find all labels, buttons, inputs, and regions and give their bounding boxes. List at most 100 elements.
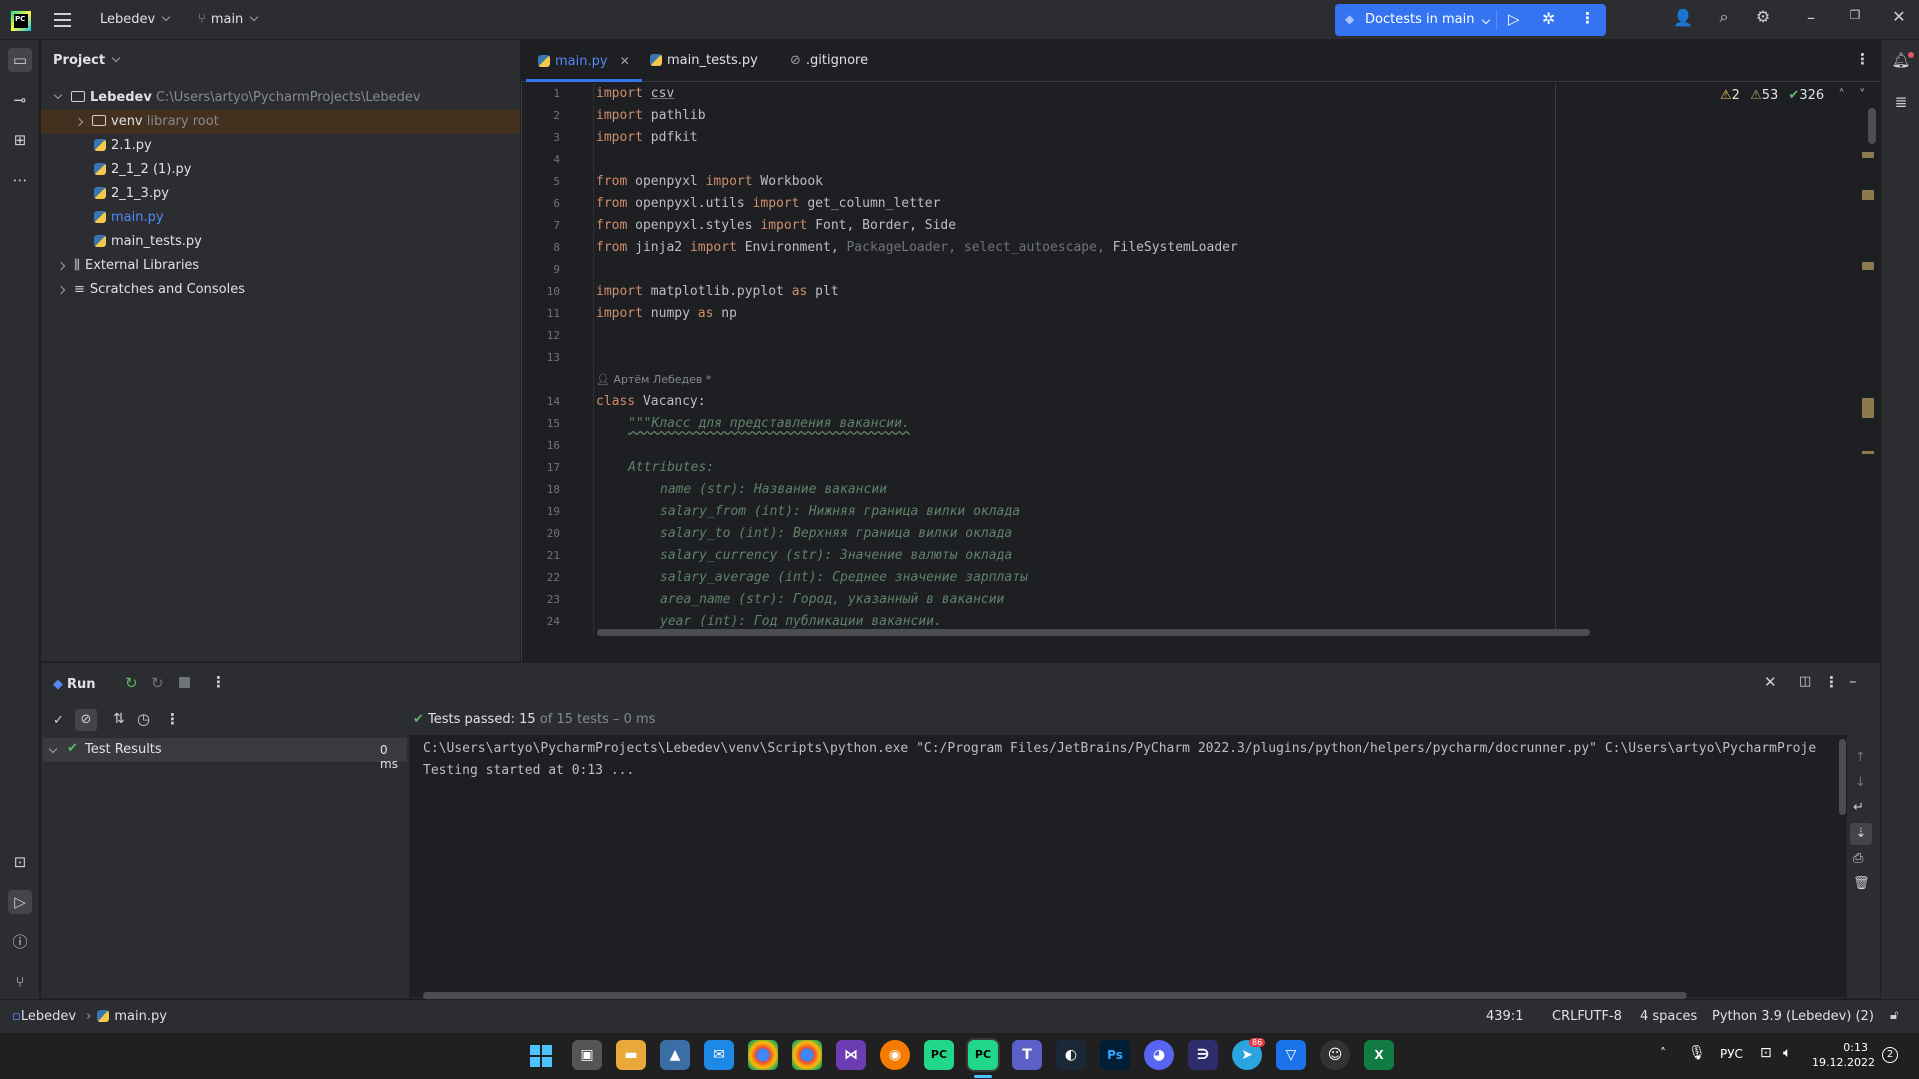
close-tab-icon[interactable]: ✕	[620, 54, 630, 68]
main-menu-button[interactable]	[52, 10, 74, 30]
tree-item-venv[interactable]: venv library root	[41, 110, 520, 134]
scroll-to-end-icon[interactable]: ⇣	[1850, 823, 1872, 845]
rerun-failed-icon[interactable]: ↻	[151, 674, 164, 692]
tray-chevron-icon[interactable]: ˄	[1660, 1046, 1666, 1060]
close-run-icon[interactable]: ✕	[1764, 673, 1777, 691]
search-icon[interactable]: ⌕	[1713, 7, 1735, 27]
tree-item-file[interactable]: 2_1_2 (1).py	[41, 158, 520, 182]
clock[interactable]: 0:13 19.12.2022	[1812, 1040, 1875, 1070]
error-stripe-marker[interactable]	[1862, 190, 1874, 200]
pycharm-icon[interactable]: PC	[924, 1040, 954, 1070]
app-icon[interactable]: ∋	[1188, 1040, 1218, 1070]
project-panel-title[interactable]: Project	[53, 53, 121, 68]
notification-center[interactable]: 2	[1882, 1047, 1898, 1063]
photoshop-icon[interactable]: Ps	[1100, 1040, 1130, 1070]
debug-icon[interactable]: ✲	[1542, 9, 1555, 28]
problems-tool-icon[interactable]: ⓘ	[8, 930, 32, 954]
indent-setting[interactable]: 4 spaces	[1640, 1009, 1697, 1024]
database-icon[interactable]: ≣	[1889, 90, 1913, 114]
teams-icon[interactable]: T	[1012, 1040, 1042, 1070]
lock-icon[interactable]: 🔓︎	[1890, 1008, 1898, 1023]
discord-icon[interactable]: ◕	[1144, 1040, 1174, 1070]
author-inlay-hint[interactable]: 👤︎ Артём Лебедев *	[596, 369, 711, 391]
terminal-tool-icon[interactable]: ⊡	[8, 850, 32, 874]
console-vertical-scrollbar[interactable]	[1839, 739, 1846, 815]
github-icon[interactable]: ☺	[1320, 1040, 1350, 1070]
error-stripe-marker[interactable]	[1862, 262, 1874, 270]
task-view-icon[interactable]: ▣	[572, 1040, 602, 1070]
run-more-icon[interactable]: ⋮	[211, 673, 226, 691]
tree-item-scratches[interactable]: ≡ Scratches and Consoles	[41, 278, 520, 302]
line-separator[interactable]: CRLF	[1552, 1009, 1585, 1024]
photos-icon[interactable]: ▲	[660, 1040, 690, 1070]
rerun-icon[interactable]: ↻	[125, 674, 138, 692]
tree-item-file[interactable]: main.py	[41, 206, 520, 230]
sort-icon[interactable]: ⇅	[113, 711, 125, 727]
minimize-icon[interactable]: –	[1802, 8, 1820, 27]
scroll-up-icon[interactable]: ↑	[1855, 750, 1866, 765]
scroll-down-icon[interactable]: ↓	[1855, 775, 1866, 790]
tree-item-file[interactable]: main_tests.py	[41, 230, 520, 254]
inspection-widget[interactable]: ⚠2 ⚠53 ✔326 ˄ ˅	[1720, 88, 1865, 103]
mail-icon[interactable]: ✉	[704, 1040, 734, 1070]
pycharm-active-icon[interactable]: PC	[968, 1040, 998, 1070]
soft-wrap-icon[interactable]: ↵	[1853, 800, 1864, 815]
tree-item-file[interactable]: 2_1_3.py	[41, 182, 520, 206]
editor-horizontal-scrollbar[interactable]	[597, 629, 1590, 636]
print-icon[interactable]: ⎙	[1853, 851, 1863, 866]
network-icon[interactable]: ⊡	[1760, 1045, 1772, 1061]
file-encoding[interactable]: UTF-8	[1584, 1009, 1622, 1024]
structure-tool-icon[interactable]: ⊞	[8, 128, 32, 152]
commit-tool-icon[interactable]: ⊸	[8, 88, 32, 112]
test-more-icon[interactable]: ⋮	[165, 710, 180, 728]
chrome-profile-icon[interactable]	[792, 1040, 822, 1070]
run-tool-icon[interactable]: ▷	[8, 890, 32, 914]
console-horizontal-scrollbar[interactable]	[423, 992, 1687, 999]
run-console[interactable]: C:\Users\artyo\PycharmProjects\Lebedev\v…	[409, 735, 1847, 999]
browser-icon[interactable]: ◉	[880, 1040, 910, 1070]
next-highlight-icon[interactable]: ˅	[1859, 88, 1866, 103]
caret-position[interactable]: 439:1	[1486, 1009, 1523, 1024]
file-explorer-icon[interactable]: ▬	[616, 1040, 646, 1070]
windows-start-icon[interactable]	[530, 1045, 552, 1067]
visual-studio-icon[interactable]: ⋈	[836, 1040, 866, 1070]
vpn-icon[interactable]: ▽	[1276, 1040, 1306, 1070]
tab-gitignore[interactable]: ⊘ .gitignore	[778, 40, 880, 82]
code-area[interactable]: import csv import pathlib import pdfkit …	[596, 83, 1556, 635]
breadcrumb[interactable]: ▫Lebedev › main.py	[12, 1009, 167, 1024]
tab-main-py[interactable]: main.py ✕	[526, 40, 642, 82]
add-user-icon[interactable]: 👤	[1672, 8, 1694, 27]
chrome-icon[interactable]	[748, 1040, 778, 1070]
python-interpreter[interactable]: Python 3.9 (Lebedev) (2)	[1712, 1009, 1874, 1024]
editor-vertical-scrollbar[interactable]	[1868, 108, 1876, 144]
close-window-icon[interactable]: ✕	[1890, 7, 1908, 26]
pycharm-logo[interactable]: PC	[10, 10, 31, 31]
project-selector[interactable]: Lebedev	[100, 12, 171, 27]
clear-console-icon[interactable]: 🗑︎	[1853, 876, 1870, 891]
hide-panel-icon[interactable]: –	[1849, 672, 1857, 690]
stop-icon[interactable]	[179, 677, 190, 688]
tabs-more-icon[interactable]: ⋮	[1855, 50, 1870, 68]
history-icon[interactable]: ◷	[137, 710, 150, 728]
show-ignored-icon[interactable]: ⊘	[75, 709, 97, 731]
test-results-row[interactable]: ✔ Test Results 0 ms	[43, 738, 407, 771]
microphone-icon[interactable]: 🎙︎	[1688, 1045, 1706, 1061]
excel-icon[interactable]: X	[1364, 1040, 1394, 1070]
prev-highlight-icon[interactable]: ˄	[1838, 88, 1845, 103]
tree-root[interactable]: Lebedev C:\Users\artyo\PycharmProjects\L…	[41, 86, 520, 110]
show-passed-icon[interactable]: ✓	[53, 713, 64, 728]
git-tool-icon[interactable]: ⑂	[8, 970, 32, 994]
steam-icon[interactable]: ◐	[1056, 1040, 1086, 1070]
layout-icon[interactable]: ◫	[1799, 674, 1811, 689]
run-tab[interactable]: ◆ Run	[53, 677, 96, 692]
volume-icon[interactable]: 🔈︎	[1783, 1045, 1791, 1061]
tab-main-tests[interactable]: main_tests.py	[638, 40, 770, 82]
restore-icon[interactable]: ❐	[1846, 8, 1864, 22]
run-configuration-widget[interactable]: ◆ Doctests in main ▷ ✲ ⋮	[1335, 4, 1606, 36]
keyboard-language[interactable]: РУС	[1720, 1047, 1743, 1061]
project-tool-icon[interactable]: ▭	[8, 48, 32, 72]
tree-item-external-libraries[interactable]: ⫼ External Libraries	[41, 254, 520, 278]
run-icon[interactable]: ▷	[1508, 10, 1520, 28]
error-stripe-marker[interactable]	[1862, 152, 1874, 158]
gear-icon[interactable]: ⚙	[1752, 7, 1774, 26]
